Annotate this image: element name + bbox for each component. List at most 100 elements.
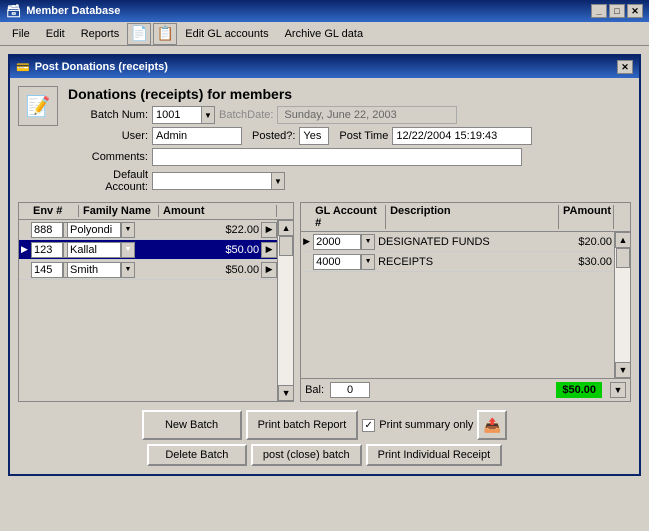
post-time-input[interactable] <box>392 127 532 145</box>
table-row[interactable]: ▶ ▼ DESIGNATED FUNDS $20.00 <box>301 232 614 252</box>
col-desc: Description <box>386 205 559 229</box>
dialog-title-bar: 💳 Post Donations (receipts) ✕ <box>10 56 639 78</box>
comments-input[interactable] <box>152 148 522 166</box>
user-label: User: <box>68 130 148 142</box>
default-account-row: Default Account: ▼ <box>68 169 631 193</box>
scroll-track <box>615 248 630 362</box>
post-close-batch-button[interactable]: post (close) batch <box>251 444 362 466</box>
table-row[interactable]: ▶ ▼ ▼ $50.00 <box>19 240 277 260</box>
app-title: Member Database <box>26 5 120 17</box>
bal-label: Bal: <box>305 384 324 396</box>
gl-input[interactable] <box>313 254 361 270</box>
gl-dropdown[interactable]: ▼ <box>361 254 375 270</box>
scroll-up-btn[interactable]: ▲ <box>615 232 630 248</box>
col-family-name: Family Name <box>79 205 159 217</box>
table-row[interactable]: ▼ ▼ $50.00 ▶ <box>19 260 277 280</box>
scroll-up-btn[interactable]: ▲ <box>278 220 293 236</box>
table-row[interactable]: ▼ ▼ $22.00 ▶ <box>19 220 277 240</box>
print-summary-checkbox[interactable]: ✓ <box>362 419 375 432</box>
dialog-icon: 💳 <box>16 61 30 74</box>
gl-dropdown[interactable]: ▼ <box>361 234 375 250</box>
right-table-body: ▶ ▼ DESIGNATED FUNDS $20.00 <box>301 232 614 378</box>
nav-btn-3[interactable]: ▶ <box>261 262 277 278</box>
name-input[interactable] <box>67 242 121 258</box>
header-doc-icon: 📝 <box>18 86 58 126</box>
left-table-body-wrapper: ▼ ▼ $22.00 ▶ <box>19 220 293 401</box>
dialog-post-donations: 💳 Post Donations (receipts) ✕ 📝 Donation… <box>8 54 641 476</box>
scroll-thumb[interactable] <box>616 248 630 268</box>
name-input[interactable] <box>67 222 121 238</box>
menu-file[interactable]: File <box>4 26 38 42</box>
right-table-header: GL Account # Description PAmount <box>301 203 630 232</box>
print-summary-area: ✓ Print summary only <box>362 410 473 440</box>
left-table-scrollbar[interactable]: ▲ ▼ <box>277 220 293 401</box>
scroll-down-btn[interactable]: ▼ <box>278 385 293 401</box>
bal-total: $50.00 <box>556 382 602 398</box>
posted-input[interactable] <box>299 127 329 145</box>
toolbar: 📄 📋 <box>127 23 177 45</box>
name-dropdown[interactable]: ▼ <box>121 242 135 258</box>
env-input[interactable] <box>31 262 63 278</box>
table-row[interactable]: ▼ RECEIPTS $30.00 <box>301 252 614 272</box>
default-account-dropdown[interactable]: ▼ <box>271 172 285 190</box>
nav-btn-1[interactable]: ▶ <box>261 222 277 238</box>
col-amount: Amount <box>159 205 277 217</box>
tables-section: Env # Family Name Amount ▼ <box>18 202 631 402</box>
batch-num-field: ▼ <box>152 106 215 124</box>
title-bar-buttons: _ □ ✕ <box>591 4 643 18</box>
left-table-body: ▼ ▼ $22.00 ▶ <box>19 220 277 401</box>
menu-reports[interactable]: Reports <box>73 26 128 42</box>
bottom-section: New Batch Print batch Report ✓ Print sum… <box>18 410 631 466</box>
bal-input[interactable] <box>330 382 370 398</box>
env-input[interactable] <box>31 222 63 238</box>
toolbar-btn-1[interactable]: 📄 <box>127 23 151 45</box>
batch-num-dropdown[interactable]: ▼ <box>201 106 215 124</box>
posted-label: Posted?: <box>252 130 295 142</box>
close-btn[interactable]: ✕ <box>627 4 643 18</box>
minimize-btn[interactable]: _ <box>591 4 607 18</box>
gl-input[interactable] <box>313 234 361 250</box>
new-batch-button[interactable]: New Batch <box>142 410 242 440</box>
toolbar-btn-2[interactable]: 📋 <box>153 23 177 45</box>
btn-row-1: New Batch Print batch Report ✓ Print sum… <box>18 410 631 440</box>
name-dropdown[interactable]: ▼ <box>121 222 135 238</box>
left-table-header: Env # Family Name Amount <box>19 203 293 220</box>
btn-row-2: Delete Batch post (close) batch Print In… <box>18 444 631 466</box>
col-pamount: PAmount <box>559 205 614 229</box>
default-account-input[interactable] <box>152 172 272 190</box>
user-input[interactable] <box>152 127 242 145</box>
dialog-close-btn[interactable]: ✕ <box>617 60 633 74</box>
menu-edit[interactable]: Edit <box>38 26 73 42</box>
menu-bar: File Edit Reports 📄 📋 Edit GL accounts A… <box>0 22 649 46</box>
icon-action-btn[interactable]: 📤 <box>477 410 507 440</box>
print-summary-label: Print summary only <box>379 419 473 431</box>
name-input[interactable] <box>67 262 121 278</box>
env-input[interactable] <box>31 242 63 258</box>
nav-btn-2[interactable]: ▶ <box>261 242 277 258</box>
batch-date-value: Sunday, June 22, 2003 <box>277 106 457 124</box>
scroll-track <box>278 236 293 385</box>
scroll-down-btn[interactable]: ▼ <box>615 362 630 378</box>
right-table-body-wrapper: ▶ ▼ DESIGNATED FUNDS $20.00 <box>301 232 630 378</box>
delete-batch-button[interactable]: Delete Batch <box>147 444 247 466</box>
comments-row: Comments: <box>68 148 631 166</box>
maximize-btn[interactable]: □ <box>609 4 625 18</box>
user-row: User: Posted?: Post Time <box>68 127 631 145</box>
batch-num-input[interactable] <box>152 106 202 124</box>
default-account-label: Default Account: <box>68 169 148 193</box>
dialog-header: 📝 Donations (receipts) for members Batch… <box>18 86 631 196</box>
balance-row: Bal: $50.00 ▼ <box>301 378 630 401</box>
right-table-scrollbar[interactable]: ▲ ▼ <box>614 232 630 378</box>
name-dropdown[interactable]: ▼ <box>121 262 135 278</box>
print-batch-report-button[interactable]: Print batch Report <box>246 410 359 440</box>
action-icon: 📤 <box>484 417 501 434</box>
bal-scroll-btn[interactable]: ▼ <box>610 382 626 398</box>
menu-edit-gl[interactable]: Edit GL accounts <box>177 26 276 42</box>
print-individual-button[interactable]: Print Individual Receipt <box>366 444 503 466</box>
menu-archive-gl[interactable]: Archive GL data <box>277 26 371 42</box>
right-table: GL Account # Description PAmount ▶ <box>300 202 631 402</box>
header-info: Donations (receipts) for members Batch N… <box>68 86 631 196</box>
header-title: Donations (receipts) for members <box>68 86 631 102</box>
batch-num-label: Batch Num: <box>68 109 148 121</box>
scroll-thumb[interactable] <box>279 236 293 256</box>
